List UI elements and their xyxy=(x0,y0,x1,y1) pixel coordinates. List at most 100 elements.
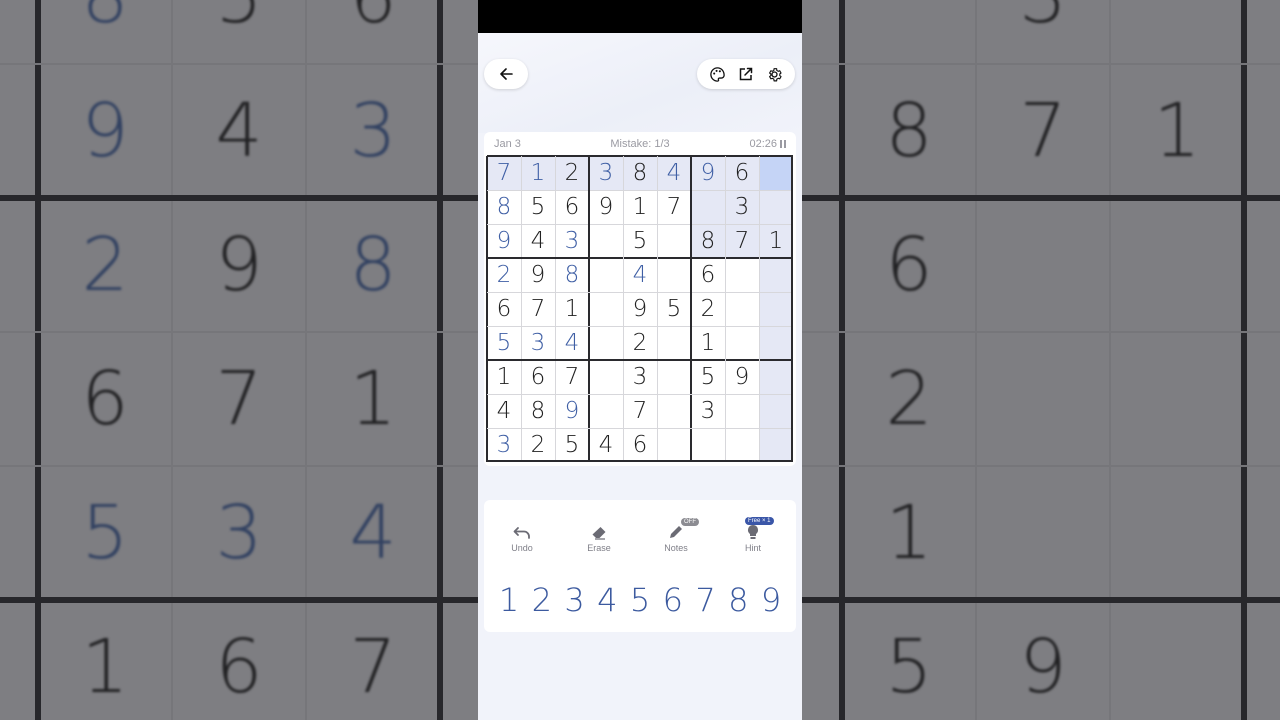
cell-r9c7[interactable] xyxy=(691,428,725,462)
cell-r3c2[interactable]: 4 xyxy=(521,224,555,258)
cell-r5c8[interactable] xyxy=(725,292,759,326)
settings-button[interactable] xyxy=(762,61,788,87)
cell-r7c7[interactable]: 5 xyxy=(691,360,725,394)
timer[interactable]: 02:26 xyxy=(749,138,786,150)
cell-r5c1[interactable]: 6 xyxy=(487,292,521,326)
cell-r6c5[interactable]: 2 xyxy=(623,326,657,360)
cell-r7c6[interactable] xyxy=(657,360,691,394)
cell-r3c3[interactable]: 3 xyxy=(555,224,589,258)
cell-r7c4[interactable] xyxy=(589,360,623,394)
cell-r2c3[interactable]: 6 xyxy=(555,190,589,224)
cell-r5c9[interactable] xyxy=(759,292,793,326)
cell-r2c9[interactable] xyxy=(759,190,793,224)
cell-r5c5[interactable]: 9 xyxy=(623,292,657,326)
cell-r1c2[interactable]: 1 xyxy=(521,156,555,190)
cell-r6c1[interactable]: 5 xyxy=(487,326,521,360)
cell-r3c5[interactable]: 5 xyxy=(623,224,657,258)
cell-r6c6[interactable] xyxy=(657,326,691,360)
cell-r4c5[interactable]: 4 xyxy=(623,258,657,292)
cell-r7c3[interactable]: 7 xyxy=(555,360,589,394)
number-key-6[interactable]: 6 xyxy=(658,580,688,620)
cell-r6c9[interactable] xyxy=(759,326,793,360)
cell-r5c3[interactable]: 1 xyxy=(555,292,589,326)
cell-r7c2[interactable]: 6 xyxy=(521,360,555,394)
number-key-5[interactable]: 5 xyxy=(625,580,655,620)
cell-r9c2[interactable]: 2 xyxy=(521,428,555,462)
cell-r8c3[interactable]: 9 xyxy=(555,394,589,428)
notes-button[interactable]: OFF Notes xyxy=(646,518,706,553)
cell-r8c2[interactable]: 8 xyxy=(521,394,555,428)
number-key-2[interactable]: 2 xyxy=(527,580,557,620)
number-key-9[interactable]: 9 xyxy=(756,580,786,620)
cell-r6c8[interactable] xyxy=(725,326,759,360)
hint-button[interactable]: Free × 1 Hint xyxy=(723,517,783,553)
cell-r2c8[interactable]: 3 xyxy=(725,190,759,224)
cell-r3c8[interactable]: 7 xyxy=(725,224,759,258)
cell-r6c2[interactable]: 3 xyxy=(521,326,555,360)
cell-r3c4[interactable] xyxy=(589,224,623,258)
cell-r4c6[interactable] xyxy=(657,258,691,292)
cell-r2c1[interactable]: 8 xyxy=(487,190,521,224)
share-button[interactable] xyxy=(733,61,759,87)
cell-r3c1[interactable]: 9 xyxy=(487,224,521,258)
cell-r1c1[interactable]: 7 xyxy=(487,156,521,190)
cell-r1c7[interactable]: 9 xyxy=(691,156,725,190)
cell-r9c4[interactable]: 4 xyxy=(589,428,623,462)
cell-r1c5[interactable]: 8 xyxy=(623,156,657,190)
cell-r9c5[interactable]: 6 xyxy=(623,428,657,462)
undo-button[interactable]: Undo xyxy=(492,522,552,553)
number-key-4[interactable]: 4 xyxy=(592,580,622,620)
cell-r1c3[interactable]: 2 xyxy=(555,156,589,190)
pause-icon[interactable] xyxy=(780,140,786,148)
erase-button[interactable]: Erase xyxy=(569,522,629,553)
cell-r7c8[interactable]: 9 xyxy=(725,360,759,394)
cell-r8c9[interactable] xyxy=(759,394,793,428)
cell-r8c1[interactable]: 4 xyxy=(487,394,521,428)
cell-r8c4[interactable] xyxy=(589,394,623,428)
cell-r4c3[interactable]: 8 xyxy=(555,258,589,292)
cell-r6c7[interactable]: 1 xyxy=(691,326,725,360)
cell-r8c8[interactable] xyxy=(725,394,759,428)
cell-r9c9[interactable] xyxy=(759,428,793,462)
number-key-3[interactable]: 3 xyxy=(560,580,590,620)
cell-r8c5[interactable]: 7 xyxy=(623,394,657,428)
cell-r2c6[interactable]: 7 xyxy=(657,190,691,224)
cell-r1c6[interactable]: 4 xyxy=(657,156,691,190)
cell-r9c8[interactable] xyxy=(725,428,759,462)
cell-r8c6[interactable] xyxy=(657,394,691,428)
theme-button[interactable] xyxy=(704,61,730,87)
cell-r9c1[interactable]: 3 xyxy=(487,428,521,462)
cell-r4c7[interactable]: 6 xyxy=(691,258,725,292)
number-key-1[interactable]: 1 xyxy=(494,580,524,620)
cell-r5c4[interactable] xyxy=(589,292,623,326)
number-key-8[interactable]: 8 xyxy=(723,580,753,620)
cell-r8c7[interactable]: 3 xyxy=(691,394,725,428)
cell-r1c4[interactable]: 3 xyxy=(589,156,623,190)
cell-r4c1[interactable]: 2 xyxy=(487,258,521,292)
number-key-7[interactable]: 7 xyxy=(691,580,721,620)
cell-r4c2[interactable]: 9 xyxy=(521,258,555,292)
cell-r4c9[interactable] xyxy=(759,258,793,292)
cell-r4c4[interactable] xyxy=(589,258,623,292)
cell-r6c4[interactable] xyxy=(589,326,623,360)
cell-r2c4[interactable]: 9 xyxy=(589,190,623,224)
cell-r9c3[interactable]: 5 xyxy=(555,428,589,462)
back-button[interactable] xyxy=(484,59,528,89)
cell-r2c5[interactable]: 1 xyxy=(623,190,657,224)
cell-r4c8[interactable] xyxy=(725,258,759,292)
cell-r7c9[interactable] xyxy=(759,360,793,394)
cell-r7c1[interactable]: 1 xyxy=(487,360,521,394)
cell-r3c6[interactable] xyxy=(657,224,691,258)
cell-r5c7[interactable]: 2 xyxy=(691,292,725,326)
cell-r3c7[interactable]: 8 xyxy=(691,224,725,258)
cell-r2c2[interactable]: 5 xyxy=(521,190,555,224)
cell-r1c8[interactable]: 6 xyxy=(725,156,759,190)
cell-r5c2[interactable]: 7 xyxy=(521,292,555,326)
cell-r7c5[interactable]: 3 xyxy=(623,360,657,394)
cell-r2c7[interactable] xyxy=(691,190,725,224)
cell-r3c9[interactable]: 1 xyxy=(759,224,793,258)
cell-r9c6[interactable] xyxy=(657,428,691,462)
cell-r6c3[interactable]: 4 xyxy=(555,326,589,360)
cell-r1c9[interactable] xyxy=(759,156,793,190)
cell-r5c6[interactable]: 5 xyxy=(657,292,691,326)
